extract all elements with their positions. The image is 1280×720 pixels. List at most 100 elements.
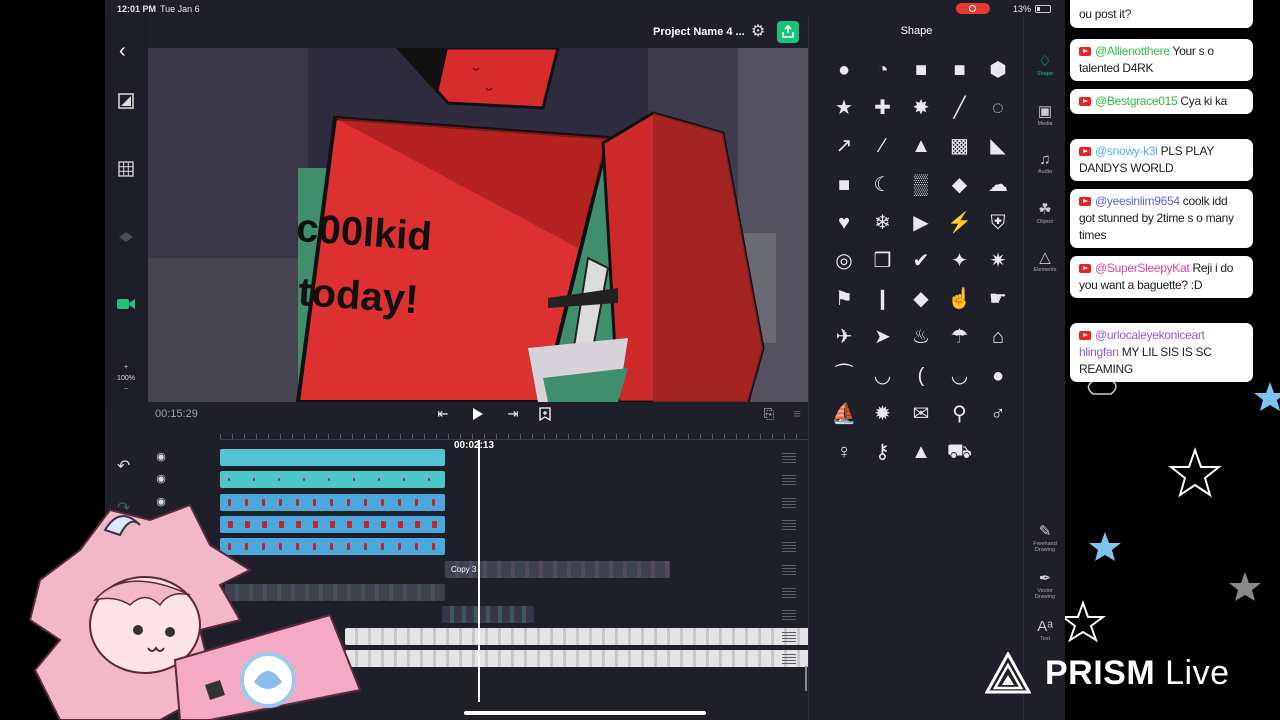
- woman-shape-icon[interactable]: ♀: [831, 439, 857, 465]
- home-indicator[interactable]: [464, 711, 706, 715]
- star-shape-icon[interactable]: ★: [831, 95, 857, 121]
- rail-item-freehand-drawing[interactable]: ✎ Freehand Drawing: [1024, 523, 1065, 553]
- pointing-hand-shape-icon[interactable]: ☛: [985, 286, 1011, 312]
- circle-shape-icon[interactable]: ●: [831, 57, 857, 83]
- video-clip[interactable]: [442, 606, 534, 623]
- sparkle-shape-icon[interactable]: ✦: [947, 248, 973, 274]
- image-clip[interactable]: [345, 628, 810, 645]
- zoom-out-button[interactable]: −: [115, 384, 137, 395]
- skip-to-end-icon[interactable]: ⇥: [504, 405, 522, 423]
- square-shape-icon[interactable]: ■: [908, 57, 934, 83]
- bolt-shape-icon[interactable]: ⚡: [947, 210, 973, 236]
- triangle-right-shape-icon[interactable]: ▶: [908, 210, 934, 236]
- drag-handle-icon[interactable]: [782, 542, 796, 552]
- eye-icon[interactable]: ◉: [153, 473, 169, 485]
- eye-icon[interactable]: ◉: [153, 451, 169, 463]
- pin-shape-icon[interactable]: ✷: [985, 248, 1011, 274]
- layers-icon[interactable]: [116, 229, 136, 249]
- skip-to-start-icon[interactable]: ⇤: [434, 405, 452, 423]
- thumbs-up-shape-icon[interactable]: ☝: [947, 286, 973, 312]
- zoom-control[interactable]: + 100% −: [115, 362, 137, 395]
- share-export-button[interactable]: [777, 21, 799, 43]
- loop-icon[interactable]: ⎘: [760, 405, 778, 423]
- apple-shape-icon[interactable]: ●: [985, 363, 1011, 389]
- drag-handle-icon[interactable]: [782, 475, 796, 485]
- rocket-shape-icon[interactable]: ▲: [908, 439, 934, 465]
- car-shape-icon[interactable]: ⛟: [947, 439, 973, 465]
- rail-item-elements[interactable]: △ Elements: [1024, 249, 1065, 273]
- flag-shape-icon[interactable]: ⚑: [831, 286, 857, 312]
- camera-icon[interactable]: [116, 297, 136, 317]
- pencil-line-shape-icon[interactable]: ∕: [870, 133, 896, 159]
- play-button[interactable]: [469, 405, 487, 423]
- drag-handle-icon[interactable]: [782, 610, 796, 620]
- bookmark-add-icon[interactable]: [536, 405, 554, 423]
- pie-shape-icon[interactable]: ◔: [870, 57, 896, 83]
- laurel-wreath-shape-icon[interactable]: ◡: [947, 363, 973, 389]
- envelope-shape-icon[interactable]: ✉: [908, 401, 934, 427]
- drag-handle-icon[interactable]: [782, 453, 796, 463]
- flag-corner-shape-icon[interactable]: ◣: [985, 133, 1011, 159]
- heart-shape-icon[interactable]: ♥: [831, 210, 857, 236]
- arrow-shape-icon[interactable]: ↗: [831, 133, 857, 159]
- bookmark-shape-icon[interactable]: ❙: [870, 286, 896, 312]
- cross-shape-icon[interactable]: ✚: [870, 95, 896, 121]
- shield-shape-icon[interactable]: ⛨: [985, 210, 1011, 236]
- undo-icon[interactable]: ↶: [117, 456, 130, 476]
- flame-shape-icon[interactable]: ♨: [908, 324, 934, 350]
- umbrella-shape-icon[interactable]: ☂: [947, 324, 973, 350]
- paper-plane-shape-icon[interactable]: ➤: [870, 324, 896, 350]
- zoom-in-button[interactable]: +: [115, 362, 137, 373]
- image-clip[interactable]: [345, 650, 810, 667]
- settings-gear-icon[interactable]: ⚙: [748, 22, 768, 42]
- sun-shape-icon[interactable]: ✹: [870, 401, 896, 427]
- moon-shape-icon[interactable]: ☾: [870, 172, 896, 198]
- magnifier-shape-icon[interactable]: ⚲: [947, 401, 973, 427]
- man-shape-icon[interactable]: ♂: [985, 401, 1011, 427]
- drag-handle-icon[interactable]: [782, 588, 796, 598]
- time-ruler[interactable]: [220, 426, 810, 440]
- rail-item-text[interactable]: Aᵃ Text: [1024, 618, 1065, 642]
- line-shape-icon[interactable]: ╱: [947, 95, 973, 121]
- sailboat-shape-icon[interactable]: ⛵: [831, 401, 857, 427]
- cloud-shape-icon[interactable]: ☁: [985, 172, 1011, 198]
- drop-shape-icon[interactable]: ◆: [947, 172, 973, 198]
- drag-handle-icon[interactable]: [782, 498, 796, 508]
- grid-icon[interactable]: [116, 161, 136, 181]
- rail-item-object[interactable]: ☘ Object: [1024, 201, 1065, 225]
- chat-square-shape-icon[interactable]: ■: [831, 172, 857, 198]
- drag-handle-icon[interactable]: [782, 654, 796, 664]
- collapse-timeline-icon[interactable]: ≡: [788, 405, 806, 423]
- back-button[interactable]: ‹: [119, 41, 126, 61]
- snowflake-shape-icon[interactable]: ❄: [870, 210, 896, 236]
- laurel-left-shape-icon[interactable]: (: [908, 363, 934, 389]
- mustache-shape-icon[interactable]: ⁀: [831, 363, 857, 389]
- plane-shape-icon[interactable]: ✈: [831, 324, 857, 350]
- spiral-shape-icon[interactable]: ◎: [831, 248, 857, 274]
- diamond-shape-icon[interactable]: ◆: [908, 286, 934, 312]
- rail-item-vector-drawing[interactable]: ✒ Vector Drawing: [1024, 570, 1065, 600]
- rail-item-shape[interactable]: ♢ Shape: [1024, 53, 1065, 77]
- stamp-shape-icon[interactable]: ▒: [908, 172, 934, 198]
- playhead[interactable]: [478, 440, 480, 702]
- project-title[interactable]: Project Name 4 ...: [653, 26, 745, 38]
- key-shape-icon[interactable]: ⚷: [870, 439, 896, 465]
- rounded-square-shape-icon[interactable]: ■: [947, 57, 973, 83]
- arc-shape-icon[interactable]: ◌: [985, 95, 1011, 121]
- check-shape-icon[interactable]: ✔: [908, 248, 934, 274]
- rail-item-media[interactable]: ▣ Media: [1024, 103, 1065, 127]
- preview-canvas[interactable]: c00lkid today!: [148, 48, 808, 402]
- badge-star-shape-icon[interactable]: ✸: [908, 95, 934, 121]
- layer-clip[interactable]: [220, 449, 445, 466]
- drag-handle-icon[interactable]: [782, 520, 796, 530]
- drag-handle-icon[interactable]: [782, 565, 796, 575]
- hexagon-shape-icon[interactable]: ⬢: [985, 57, 1011, 83]
- aspect-ratio-icon[interactable]: [116, 93, 136, 113]
- drag-handle-icon[interactable]: [782, 632, 796, 642]
- lips-shape-icon[interactable]: ◡: [870, 363, 896, 389]
- tent-shape-icon[interactable]: ▲: [908, 133, 934, 159]
- puzzle-shape-icon[interactable]: ❒: [870, 248, 896, 274]
- layer-clip[interactable]: [220, 471, 445, 488]
- rail-item-audio[interactable]: ♫ Audio: [1024, 151, 1065, 175]
- house-shape-icon[interactable]: ⌂: [985, 324, 1011, 350]
